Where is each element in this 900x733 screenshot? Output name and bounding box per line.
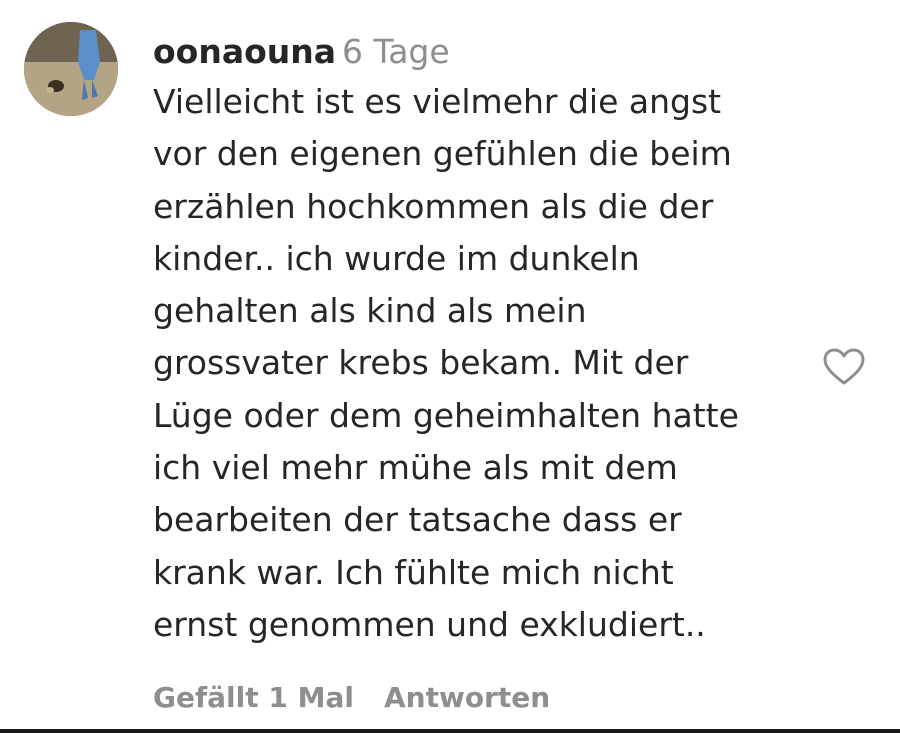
username[interactable]: oonaouna — [153, 32, 336, 71]
comment-text: Vielleicht ist es vielmehr die angst vor… — [153, 76, 813, 651]
comment-text-line: ernst genommen und exkludiert.. — [153, 604, 706, 644]
comment-text-line: erzählen hochkommen als die der — [153, 186, 714, 226]
avatar-photo — [24, 22, 118, 116]
comment-body: oonaouna 6 Tage Vielleicht ist es vielmeh… — [153, 28, 813, 651]
comment: oonaouna 6 Tage Vielleicht ist es vielmeh… — [0, 0, 900, 733]
comment-text-line: gehalten als kind als mein — [153, 291, 587, 331]
likes-count-link[interactable]: Gefällt 1 Mal — [153, 681, 354, 714]
comment-text-line: grossvater krebs bekam. Mit der — [153, 343, 689, 383]
comment-text-line: Lüge oder dem geheimhalten hatte — [153, 395, 739, 435]
comment-text-line: Vielleicht ist es vielmehr die angst — [153, 82, 722, 121]
heart-outline-icon[interactable] — [822, 347, 866, 387]
comment-text-line: ich viel mehr mühe als mit dem — [153, 448, 678, 488]
comment-actions: Gefällt 1 Mal Antworten — [153, 676, 550, 720]
comment-text-line: krank war. Ich fühlte mich nicht — [153, 552, 674, 592]
comment-header: oonaouna 6 Tage — [153, 28, 813, 76]
reply-button[interactable]: Antworten — [384, 681, 550, 714]
avatar[interactable] — [24, 22, 118, 116]
divider — [0, 729, 900, 733]
comment-text-line: bearbeiten der tatsache dass er — [153, 500, 682, 540]
comment-text-line: kinder.. ich wurde im dunkeln — [153, 238, 640, 278]
comment-text-line: vor den eigenen gefühlen die beim — [153, 134, 732, 174]
timestamp[interactable]: 6 Tage — [342, 32, 450, 71]
